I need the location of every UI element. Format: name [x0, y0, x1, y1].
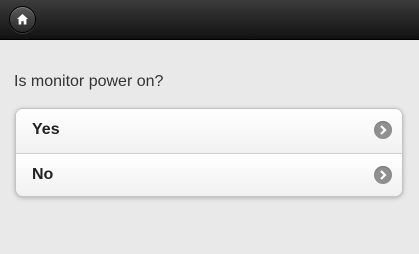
- option-label: Yes: [32, 121, 60, 138]
- chevron-right-icon: [374, 121, 392, 139]
- option-no[interactable]: No: [16, 153, 402, 196]
- header-bar: [0, 0, 419, 40]
- chevron-right-icon: [374, 166, 392, 184]
- answer-list: Yes No: [15, 108, 403, 197]
- question-text: Is monitor power on?: [14, 73, 164, 90]
- home-icon: [17, 14, 28, 25]
- option-label: No: [32, 166, 54, 183]
- home-button[interactable]: [9, 6, 36, 33]
- option-yes[interactable]: Yes: [16, 109, 402, 153]
